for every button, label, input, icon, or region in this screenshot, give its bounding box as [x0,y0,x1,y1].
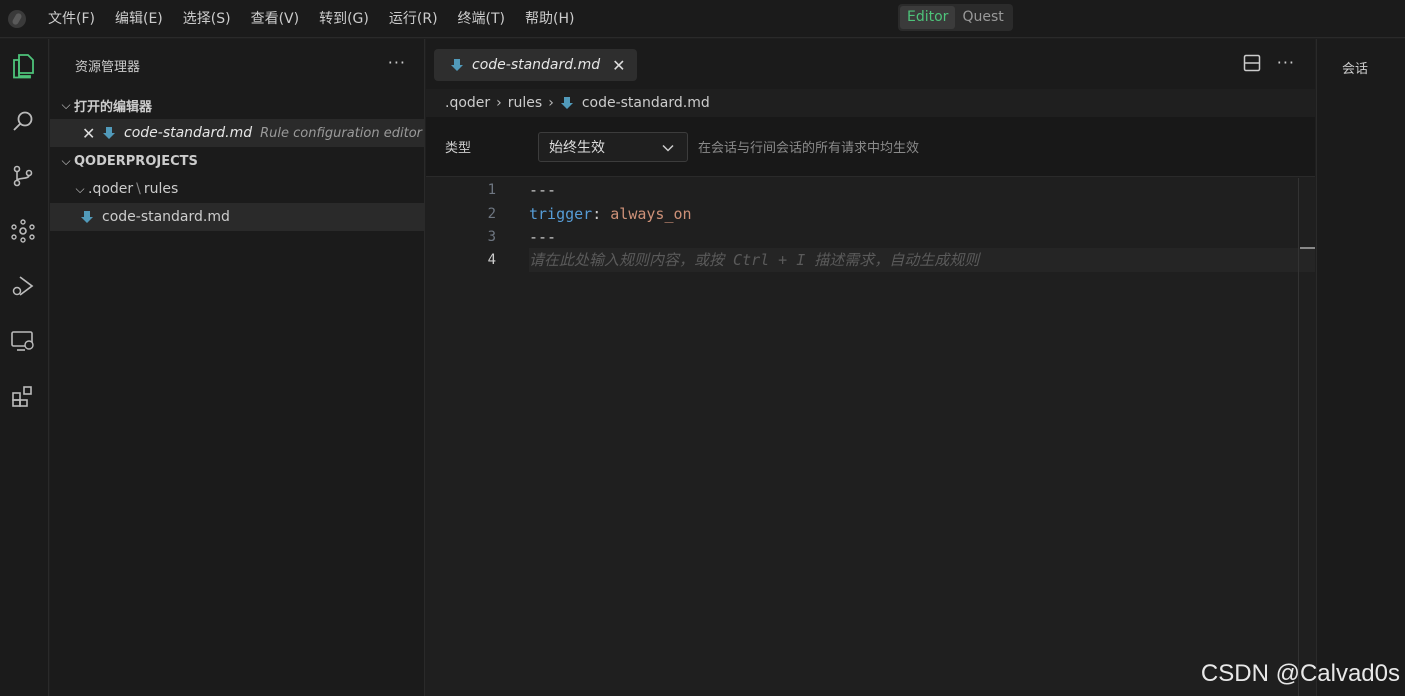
rule-type-label: 类型 [445,141,472,156]
sidebar-header: 资源管理器 ··· [50,39,424,91]
menu-bar: 文件(F) 编辑(E) 选择(S) 查看(V) 转到(G) 运行(R) 终端(T… [38,0,584,38]
file-row[interactable]: code-standard.md [50,203,424,231]
scrollbar-cursor-marker [1300,247,1315,249]
split-editor-icon[interactable] [1243,54,1261,72]
yaml-key: trigger [529,205,593,223]
chat-panel-title[interactable]: 会话 [1342,58,1368,77]
chevron-down-icon: ⌵ [61,97,71,112]
markdown-file-icon [560,97,573,109]
more-actions-icon[interactable]: ··· [1277,53,1295,72]
code-line: 2 trigger: always_on [426,202,1315,226]
code-editor[interactable]: 1 --- 2 trigger: always_on 3 --- 4 请在此处输… [426,178,1315,696]
yaml-colon: : [592,205,611,223]
quest-mode-button[interactable]: Quest [955,6,1010,29]
subfolder-name: rules [143,181,179,197]
code-text: trigger: always_on [529,202,692,226]
chat-panel: 会话 [1316,39,1405,696]
graph-icon[interactable] [10,218,36,244]
menu-selection[interactable]: 选择(S) [173,0,241,38]
menu-run[interactable]: 运行(R) [379,0,448,38]
code-text: --- [529,181,557,199]
open-editor-description: Rule configuration editor [260,125,422,141]
menu-help[interactable]: 帮助(H) [515,0,584,38]
scrollbar-track[interactable] [1298,178,1299,696]
menu-view[interactable]: 查看(V) [241,0,310,38]
mode-switch: Editor Quest [898,4,1013,31]
open-editors-label: 打开的编辑器 [74,99,153,115]
open-editor-filename: code-standard.md [124,125,253,141]
activity-bar [0,39,49,696]
project-label: QODERPROJECTS [74,153,198,169]
open-editors-section[interactable]: ⌵ 打开的编辑器 [50,91,424,119]
tab-code-standard[interactable]: code-standard.md ✕ [434,49,637,81]
source-control-icon[interactable] [10,163,36,189]
chevron-right-icon: › [548,95,554,111]
explorer-sidebar: 资源管理器 ··· ⌵ 打开的编辑器 ✕ code-standard.md Ru… [50,39,425,696]
file-name: code-standard.md [102,209,230,225]
search-icon[interactable] [10,108,36,134]
rule-config-bar: 类型 始终生效 在会话与行间会话的所有请求中均生效 [426,117,1315,177]
menu-edit[interactable]: 编辑(E) [105,0,173,38]
line-number: 1 [487,182,496,198]
editor-area: code-standard.md ✕ ··· .qoder › rules › … [426,39,1315,696]
sidebar-title: 资源管理器 [75,59,141,75]
editor-mode-button[interactable]: Editor [900,6,956,29]
close-icon[interactable]: ✕ [612,56,625,75]
tab-label: code-standard.md [472,57,601,73]
line-number: 4 [487,252,496,268]
code-line: 3 --- [426,225,1315,249]
chevron-down-icon [662,144,674,152]
line-number: 3 [487,229,496,245]
markdown-file-icon [81,211,93,223]
code-line: 1 --- [426,178,1315,202]
project-section[interactable]: ⌵ QODERPROJECTS [50,147,424,175]
rule-type-description: 在会话与行间会话的所有请求中均生效 [698,141,920,156]
more-actions-icon[interactable]: ··· [388,53,406,72]
breadcrumb-item[interactable]: code-standard.md [582,95,710,111]
folder-row[interactable]: ⌵ .qoder \ rules [50,175,424,203]
tab-actions: ··· [1243,53,1295,72]
title-bar: 文件(F) 编辑(E) 选择(S) 查看(V) 转到(G) 运行(R) 终端(T… [0,0,1405,38]
markdown-file-icon [103,127,115,139]
chevron-down-icon: ⌵ [75,181,85,196]
close-icon[interactable]: ✕ [82,124,102,143]
breadcrumb-item[interactable]: .qoder [445,95,490,111]
folder-separator: \ [136,181,141,197]
rule-type-select[interactable]: 始终生效 [538,131,688,162]
code-text: --- [529,228,557,246]
menu-go[interactable]: 转到(G) [309,0,379,38]
tab-bar: code-standard.md ✕ ··· [426,39,1315,89]
explorer-icon[interactable] [10,53,36,79]
chevron-right-icon: › [496,95,502,111]
chevron-down-icon: ⌵ [61,153,71,168]
rule-type-value: 始终生效 [549,139,605,156]
run-debug-icon[interactable] [10,273,36,299]
watermark: CSDN @Calvad0s [1200,660,1400,687]
remote-icon[interactable] [10,328,36,354]
app-logo [0,0,34,38]
breadcrumb-item[interactable]: rules [508,95,542,111]
line-number: 2 [487,206,496,222]
breadcrumb: .qoder › rules › code-standard.md [426,89,1315,117]
markdown-file-icon [451,59,463,71]
menu-terminal[interactable]: 终端(T) [448,0,515,38]
open-editor-item[interactable]: ✕ code-standard.md Rule configuration ed… [50,119,424,147]
code-line: 4 请在此处输入规则内容，或按 Ctrl + I 描述需求，自动生成规则 [426,248,1315,272]
editor-placeholder: 请在此处输入规则内容，或按 Ctrl + I 描述需求，自动生成规则 [529,251,980,269]
menu-file[interactable]: 文件(F) [38,0,105,38]
folder-name: .qoder [88,181,134,197]
extensions-icon[interactable] [10,383,36,409]
yaml-value: always_on [610,205,692,223]
